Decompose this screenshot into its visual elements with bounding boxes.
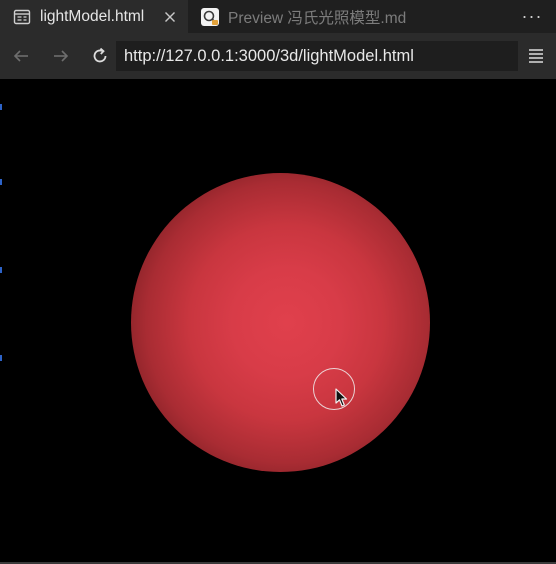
lit-sphere: [131, 173, 430, 472]
viewport-edge-marks: [0, 79, 3, 564]
close-icon[interactable]: [162, 9, 178, 25]
tab-lightmodel[interactable]: lightModel.html: [0, 0, 188, 33]
edge-mark: [0, 267, 2, 273]
tab-label: lightModel.html: [40, 7, 145, 25]
more-actions-button[interactable]: ···: [518, 0, 546, 33]
html-file-icon: [12, 7, 32, 27]
menu-icon: [529, 49, 543, 63]
menu-button[interactable]: [524, 44, 548, 68]
page-viewport[interactable]: [0, 79, 556, 564]
mouse-cursor-icon: [335, 388, 348, 407]
edge-mark: [0, 179, 2, 185]
forward-arrow-icon: [54, 50, 69, 62]
tab-label: Preview 冯氏光照模型.md: [228, 9, 407, 27]
url-input[interactable]: [124, 46, 518, 66]
back-button[interactable]: [6, 41, 36, 71]
nav-bar: [0, 33, 556, 79]
edge-mark: [0, 355, 2, 361]
reload-button[interactable]: [85, 41, 115, 71]
tab-preview[interactable]: Preview 冯氏光照模型.md: [188, 0, 416, 33]
address-bar[interactable]: [116, 41, 518, 71]
back-arrow-icon: [13, 50, 28, 62]
preview-icon: [200, 7, 220, 27]
browser-window: lightModel.html Preview 冯氏光照模型.md ···: [0, 0, 556, 564]
forward-button[interactable]: [46, 41, 76, 71]
more-icon: ···: [521, 6, 543, 26]
tab-bar: lightModel.html Preview 冯氏光照模型.md ···: [0, 0, 556, 33]
edge-mark: [0, 104, 2, 110]
reload-icon: [93, 47, 107, 63]
